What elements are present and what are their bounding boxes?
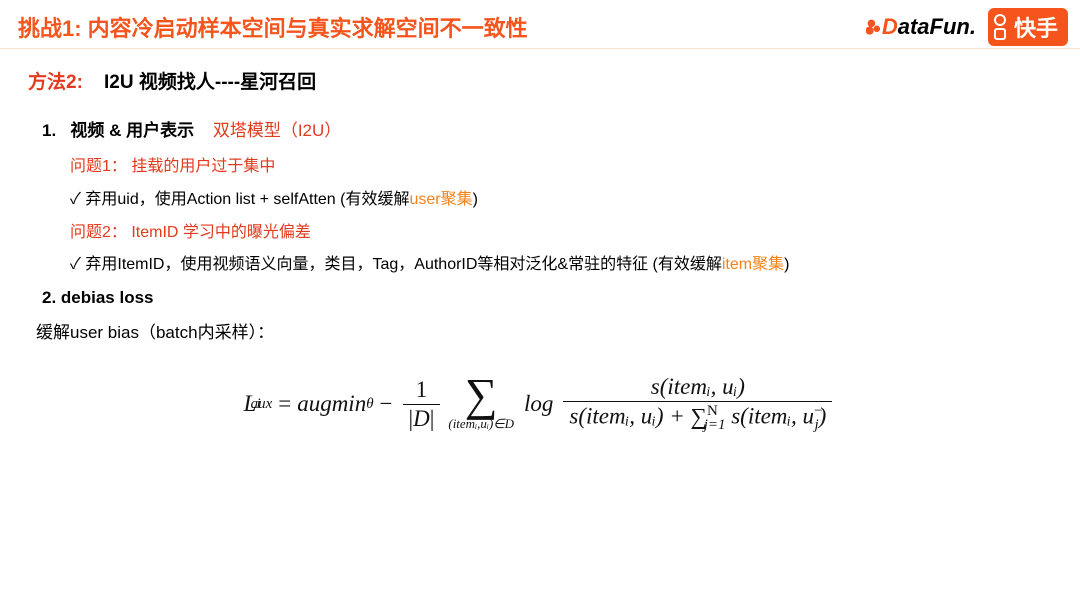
logo-group: DataFun. 快手: [866, 8, 1068, 46]
userbias-line: 缓解user bias（batch内采样）：: [36, 318, 1052, 343]
bullet2: ✓ 弃用ItemID，使用视频语义向量，类目，Tag，AuthorID等相对泛化…: [70, 249, 1052, 282]
point1-body: 问题1： 挂载的用户过于集中 ✓ 弃用uid，使用Action list + s…: [42, 151, 1052, 282]
method-label: 方法2:: [28, 72, 83, 93]
outline-list: 1. 视频 & 用户表示 双塔模型（I2U） 问题1： 挂载的用户过于集中 ✓ …: [28, 116, 1052, 343]
sigma-icon: ∑: [465, 377, 498, 414]
main-frac: s(itemᵢ, uᵢ) s(itemᵢ, uᵢ) + ∑Nj=1 s(item…: [563, 373, 832, 435]
kuaishou-logo: 快手: [988, 8, 1068, 46]
slide-title: 挑战1: 内容冷启动样本空间与真实求解空间不一致性: [18, 11, 528, 43]
frac-1-over-D: 1 |D|: [403, 376, 441, 433]
slide-header: 挑战1: 内容冷启动样本空间与真实求解空间不一致性 DataFun. 快手: [0, 0, 1080, 49]
method-heading: 方法2: I2U 视频找人----星河召回: [28, 67, 1052, 94]
question2: 问题2： ItemID 学习中的曝光偏差: [70, 217, 1052, 250]
point1-heading: 1. 视频 & 用户表示 双塔模型（I2U）: [42, 116, 1052, 141]
point2-heading: 2. debias loss: [42, 288, 1052, 308]
slide-content: 方法2: I2U 视频找人----星河召回 1. 视频 & 用户表示 双塔模型（…: [0, 49, 1080, 435]
question1: 问题1： 挂载的用户过于集中: [70, 151, 1052, 184]
method-name: I2U 视频找人----星河召回: [104, 72, 316, 93]
kuaishou-icon: [994, 14, 1006, 40]
bullet1: ✓ 弃用uid，使用Action list + selfAtten (有效缓解u…: [70, 184, 1052, 217]
sigma-sum: ∑ (itemᵢ,uᵢ)∈D: [448, 377, 514, 432]
formula: Liaux = augminθ − 1 |D| ∑ (itemᵢ,uᵢ)∈D l…: [28, 373, 1052, 435]
datafun-logo: DataFun.: [866, 14, 976, 40]
